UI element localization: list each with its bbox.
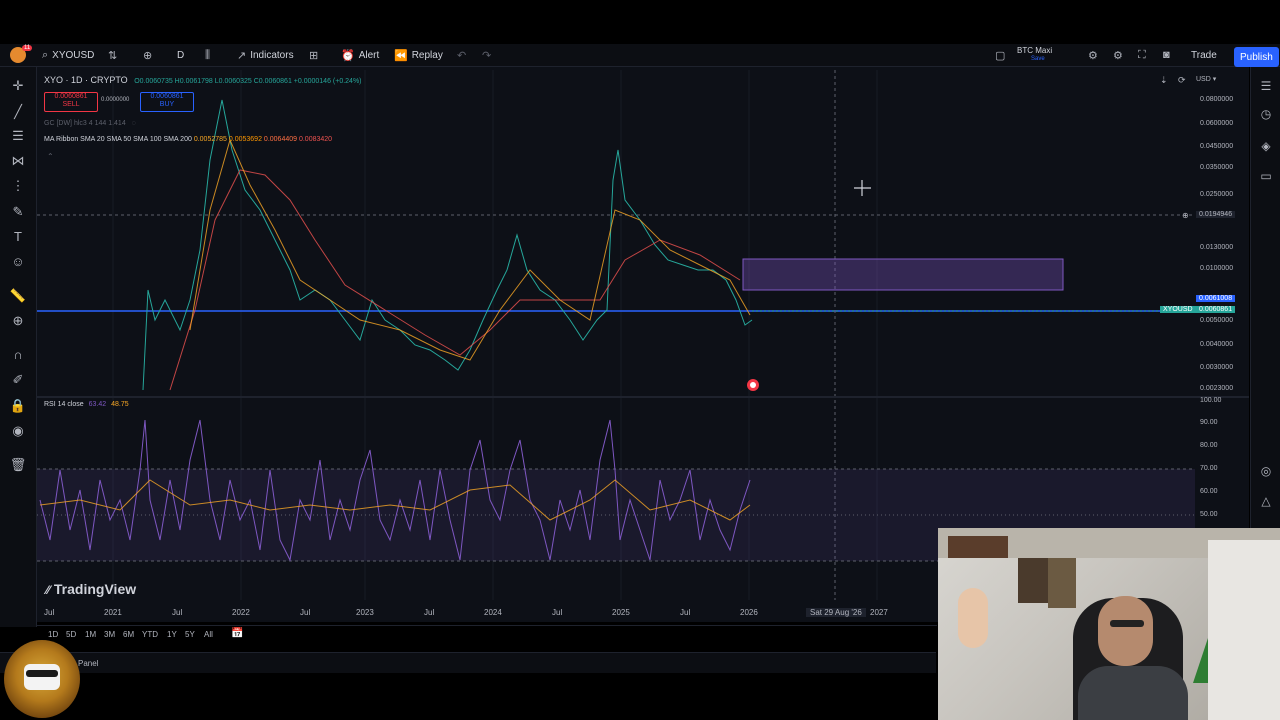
price-label: 0.0800000: [1200, 96, 1234, 103]
sell-label: SELL: [62, 101, 80, 108]
price-series: [142, 99, 753, 391]
time-label: 2027: [870, 608, 888, 617]
cursor-crosshair: [854, 180, 871, 196]
time-label: Jul: [172, 608, 183, 617]
ma-title: MA Ribbon SMA 20 SMA 50 SMA 100 SMA 200: [44, 136, 192, 143]
time-label: Jul: [680, 608, 691, 617]
time-label: 2023: [356, 608, 374, 617]
range-6m[interactable]: 6M: [123, 630, 134, 639]
buy-label: BUY: [159, 101, 175, 108]
wall-art: [958, 588, 988, 648]
time-label: 2022: [232, 608, 250, 617]
range-5d[interactable]: 5D: [66, 630, 76, 639]
ma-val-100: 0.0064409: [263, 136, 298, 143]
line-price-tag: 0.0061008: [1196, 295, 1236, 302]
price-label: 0.0040000: [1200, 341, 1234, 348]
wall-frame: [1018, 558, 1048, 603]
ohlc-values: O0.0060735 H0.0061798 L0.0060325 C0.0060…: [134, 78, 362, 85]
add-alert-icon[interactable]: ⊕: [1182, 211, 1189, 220]
rsi-axis-label: 90.00: [1200, 419, 1218, 426]
price-label: 0.0030000: [1200, 364, 1234, 371]
sell-button[interactable]: 0.0060861 SELL: [44, 92, 98, 112]
time-label: Jul: [552, 608, 563, 617]
watermark-text: TradingView: [53, 581, 137, 597]
time-label: 2026: [740, 608, 758, 617]
time-label: Jul: [424, 608, 435, 617]
time-label: Jul: [44, 608, 55, 617]
currency-label: USD: [1196, 76, 1211, 83]
range-3m[interactable]: 3M: [104, 630, 115, 639]
streamer-logo: [4, 640, 80, 718]
price-label: 0.0130000: [1200, 244, 1234, 251]
webcam-overlay: [938, 528, 1280, 720]
time-label: 2025: [612, 608, 630, 617]
rsi-value: 63.42: [88, 401, 107, 408]
download-icon[interactable]: ⇣: [1160, 75, 1168, 86]
crosshair-price-label: 0.0194946: [1196, 211, 1236, 218]
ma-val-20: 0.0052785: [193, 136, 227, 143]
sell-price: 0.0060861: [54, 93, 88, 100]
buy-button[interactable]: 0.0060861 BUY: [140, 92, 194, 112]
event-marker-inner: [750, 382, 756, 388]
price-label: 0.0050000: [1200, 317, 1234, 324]
rsi-axis-label: 80.00: [1200, 442, 1218, 449]
range-5y[interactable]: 5Y: [185, 630, 195, 639]
gc-indicator-legend[interactable]: GC [DW] hlc3 4 144 1.414 ◌: [44, 120, 136, 127]
price-label: 0.0250000: [1200, 191, 1234, 198]
price-label: 0.0450000: [1200, 143, 1234, 150]
range-1y[interactable]: 1Y: [167, 630, 177, 639]
rsi-title: RSI 14 close: [44, 401, 84, 408]
shelf-items: [948, 536, 1008, 558]
rsi-axis-label: 60.00: [1200, 488, 1218, 495]
last-price-tag: 0.0060861: [1196, 306, 1236, 313]
buy-price: 0.0060861: [150, 93, 184, 100]
range-1m[interactable]: 1M: [85, 630, 96, 639]
calendar-icon[interactable]: 📅: [231, 628, 243, 639]
sma200-line: [169, 169, 741, 391]
rsi-axis-label: 100.00: [1200, 397, 1222, 404]
tradingview-watermark: ⁄⁄ TradingView: [46, 581, 136, 597]
rsi-axis-label: 70.00: [1200, 465, 1218, 472]
wall-right: [1208, 540, 1280, 720]
rsi-ma-value: 48.75: [111, 401, 129, 408]
chart-legend: XYO · 1D · CRYPTO O0.0060735 H0.0061798 …: [44, 75, 362, 85]
wall-frame-2: [1048, 558, 1076, 608]
price-label: 0.0023000: [1200, 385, 1234, 392]
price-label: 0.0350000: [1200, 164, 1234, 171]
ma-ribbon-legend[interactable]: MA Ribbon SMA 20 SMA 50 SMA 100 SMA 200 …: [44, 136, 332, 143]
symbol-title[interactable]: XYO · 1D · CRYPTO: [44, 75, 128, 85]
price-label: 0.0600000: [1200, 120, 1234, 127]
person-glasses: [1110, 620, 1144, 627]
time-label: 2021: [104, 608, 122, 617]
target-zone-box[interactable]: [742, 258, 1064, 291]
eye-off-icon[interactable]: ◌: [132, 120, 136, 127]
panel-tab[interactable]: Panel: [78, 659, 98, 668]
logo-glasses: [26, 670, 58, 677]
time-label: 2024: [484, 608, 502, 617]
range-all[interactable]: All: [204, 630, 213, 639]
price-label: 0.0100000: [1200, 265, 1234, 272]
ma-val-50: 0.0053692: [228, 136, 262, 143]
logo-face: [24, 664, 60, 690]
rsi-legend[interactable]: RSI 14 close 63.42 48.75: [44, 401, 129, 408]
person-head: [1098, 596, 1153, 666]
collapse-legend-icon[interactable]: ⌃: [47, 152, 54, 161]
ma-val-200: 0.0083420: [298, 136, 333, 143]
time-label: Jul: [300, 608, 311, 617]
gc-title: GC [DW] hlc3 4 144 1.414: [44, 120, 126, 127]
tv-logo-icon: ⁄⁄: [46, 583, 51, 597]
sma50-line: [189, 138, 751, 361]
symbol-price-tag: XYOUSD: [1160, 306, 1196, 313]
person-body: [1078, 666, 1188, 720]
range-1d[interactable]: 1D: [48, 630, 58, 639]
refresh-icon[interactable]: ⟳: [1178, 75, 1186, 86]
rsi-axis-label: 50.00: [1200, 511, 1218, 518]
currency-selector[interactable]: USD ▾: [1196, 75, 1216, 83]
range-ytd[interactable]: YTD: [142, 630, 158, 639]
spread-value: 0.0000000: [101, 97, 130, 103]
crosshair-time-label: Sat 29 Aug '26: [806, 608, 866, 617]
bottom-panel: Panel: [0, 652, 936, 673]
